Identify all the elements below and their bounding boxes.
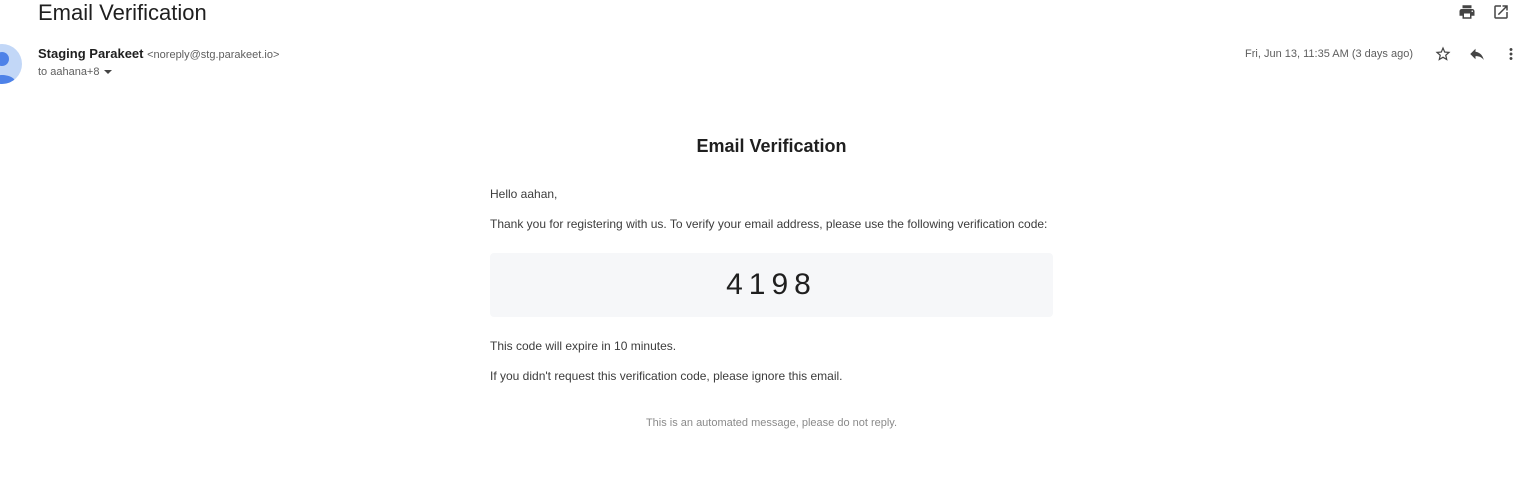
avatar[interactable] [0, 44, 22, 84]
intro-text: Thank you for registering with us. To ve… [490, 217, 1048, 231]
sender-name[interactable]: Staging Parakeet [38, 46, 144, 61]
person-avatar-icon [0, 52, 16, 84]
print-icon[interactable] [1457, 2, 1477, 22]
recipients-label: to aahana+8 [38, 66, 100, 78]
message-date: Fri, Jun 13, 11:35 AM (3 days ago) [1245, 48, 1413, 60]
star-icon[interactable] [1433, 44, 1453, 64]
expiry-text: This code will expire in 10 minutes. [490, 339, 677, 353]
recipients-toggle[interactable]: to aahana+8 [38, 66, 113, 78]
verification-code: 4198 [726, 268, 817, 301]
verification-code-box: 4198 [490, 253, 1053, 317]
top-actions [1457, 2, 1511, 22]
open-in-new-window-icon[interactable] [1491, 2, 1511, 22]
sender-email: <noreply@stg.parakeet.io> [147, 49, 280, 61]
email-subject: Email Verification [38, 0, 207, 25]
sender-line: Staging Parakeet <noreply@stg.parakeet.i… [38, 46, 279, 63]
reply-icon[interactable] [1467, 44, 1487, 64]
message-meta: Fri, Jun 13, 11:35 AM (3 days ago) [1245, 44, 1521, 64]
ignore-note: If you didn't request this verification … [490, 369, 843, 383]
email-body: Email Verification Hello aahan, Thank yo… [490, 130, 1053, 429]
email-title: Email Verification [696, 136, 847, 156]
automated-footer: This is an automated message, please do … [645, 417, 898, 429]
greeting: Hello aahan, [490, 187, 558, 201]
chevron-down-icon [104, 70, 113, 74]
more-vert-icon[interactable] [1501, 44, 1521, 64]
